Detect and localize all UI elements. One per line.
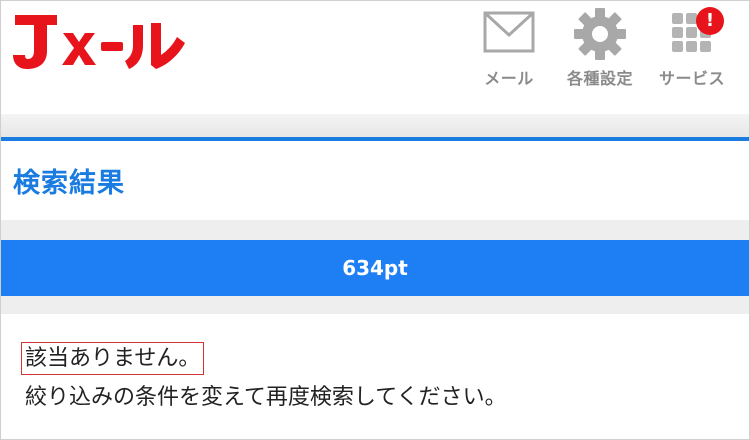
nav-mail-label: メール — [484, 69, 534, 88]
nav-settings-label: 各種設定 — [566, 69, 633, 88]
mail-icon — [479, 7, 539, 61]
section-gap-lower — [1, 296, 749, 314]
nav-services-label: サービス — [658, 69, 725, 88]
header: メール 各種設定 ! サービス — [1, 1, 749, 114]
search-hint-message: 絞り込みの条件を変えて再度検索してください。 — [25, 385, 507, 410]
nav-mail[interactable]: メール — [469, 7, 549, 88]
nav-settings[interactable]: 各種設定 — [560, 7, 640, 88]
app-frame: メール 各種設定 ! サービス 検索結果 634pt 該当ありません。 絞り込み… — [0, 0, 750, 440]
points-bar: 634pt — [1, 240, 749, 296]
jmail-logo[interactable] — [13, 11, 188, 71]
header-separator — [1, 114, 749, 138]
grid-icon: ! — [662, 7, 724, 61]
title-divider — [1, 137, 749, 141]
notification-badge: ! — [696, 7, 724, 35]
gear-icon — [570, 7, 630, 61]
nav-services[interactable]: ! サービス — [652, 7, 732, 88]
search-result-area: 該当ありません。 絞り込みの条件を変えて再度検索してください。 — [1, 314, 749, 439]
page-title: 検索結果 — [13, 168, 125, 199]
section-gap — [1, 220, 749, 240]
no-result-message: 該当ありません。 — [21, 342, 205, 375]
